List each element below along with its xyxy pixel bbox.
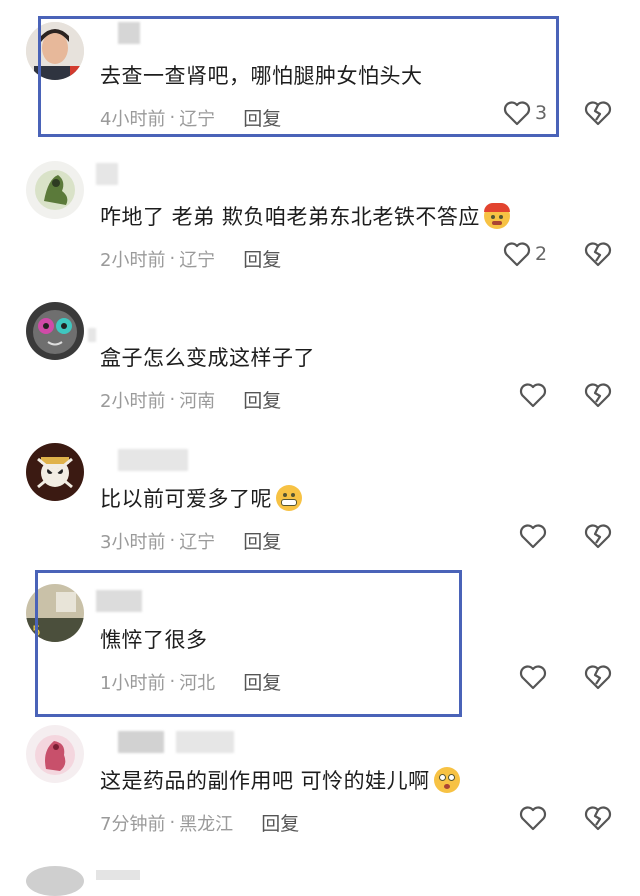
reply-button[interactable]: 回复 [243, 527, 281, 554]
comment-meta: 7分钟前 · 黑龙江 回复 [100, 809, 299, 836]
dislike-button[interactable] [584, 664, 612, 694]
heart-icon [519, 665, 547, 690]
comment-text: 咋地了 老弟 欺负咱老弟东北老铁不答应 [100, 201, 510, 231]
heart-icon [519, 806, 547, 831]
broken-heart-icon [584, 806, 612, 831]
reply-button[interactable]: 回复 [261, 809, 299, 836]
heart-icon [519, 383, 547, 408]
comment-meta: 2小时前 · 河南 回复 [100, 386, 281, 413]
broken-heart-icon [584, 242, 612, 267]
comment-meta: 2小时前 · 辽宁 回复 [100, 245, 281, 272]
comment-time: 2小时前 [100, 249, 166, 271]
flushed-face-emoji [433, 767, 460, 793]
comment-time: 3小时前 [100, 531, 166, 553]
comment-location: 辽宁 [179, 249, 216, 271]
separator: · [169, 530, 176, 551]
like-button[interactable] [519, 805, 547, 831]
heart-icon [503, 242, 531, 267]
user-avatar[interactable] [26, 443, 84, 501]
highlight-box [35, 570, 462, 717]
username-redacted [96, 163, 118, 185]
comment-item: 盒子怎么变成这样子了 2小时前 · 河南 回复 [0, 282, 640, 423]
dislike-button[interactable] [584, 241, 612, 271]
comment-text: 盒子怎么变成这样子了 [100, 346, 315, 370]
comment-time: 7分钟前 [100, 813, 166, 835]
comment-item: 咋地了 老弟 欺负咱老弟东北老铁不答应 2小时前 · 辽宁 回复 2 [0, 141, 640, 282]
user-avatar[interactable] [26, 302, 84, 360]
like-button[interactable] [519, 382, 547, 408]
dislike-button[interactable] [584, 382, 612, 412]
username-redacted [118, 449, 188, 471]
username-redacted [118, 731, 164, 753]
comment-location: 黑龙江 [179, 813, 234, 835]
like-button[interactable]: 2 [503, 241, 547, 267]
reply-button[interactable]: 回复 [243, 386, 281, 413]
comment-location: 辽宁 [179, 531, 216, 553]
username-redacted [176, 731, 234, 753]
separator: · [169, 248, 176, 269]
comment-meta: 3小时前 · 辽宁 回复 [100, 527, 281, 554]
angry-face-emoji [483, 203, 510, 229]
comment-location: 河南 [179, 390, 216, 412]
username-redacted [96, 870, 140, 880]
dislike-button[interactable] [584, 100, 612, 130]
separator: · [169, 389, 176, 410]
broken-heart-icon [584, 524, 612, 549]
grinning-face-emoji [276, 485, 302, 511]
comment-item: 这是药品的副作用吧 可怜的娃儿啊 7分钟前 · 黑龙江 回复 [0, 705, 640, 846]
like-button[interactable] [519, 523, 547, 549]
user-avatar[interactable] [26, 161, 84, 219]
comment-item: 比以前可爱多了呢 3小时前 · 辽宁 回复 [0, 423, 640, 564]
username-redacted [88, 328, 96, 342]
broken-heart-icon [584, 101, 612, 126]
dislike-button[interactable] [584, 805, 612, 835]
broken-heart-icon [584, 665, 612, 690]
heart-icon [519, 524, 547, 549]
comment-text: 比以前可爱多了呢 [100, 483, 302, 513]
dislike-button[interactable] [584, 523, 612, 553]
separator: · [169, 812, 176, 833]
next-comment-avatar-partial [26, 866, 84, 896]
user-avatar[interactable] [26, 725, 84, 783]
like-count: 2 [535, 243, 548, 265]
highlight-box [38, 16, 559, 137]
like-button[interactable] [519, 664, 547, 690]
comment-text: 这是药品的副作用吧 可怜的娃儿啊 [100, 765, 460, 795]
broken-heart-icon [584, 383, 612, 408]
comment-time: 2小时前 [100, 390, 166, 412]
reply-button[interactable]: 回复 [243, 245, 281, 272]
